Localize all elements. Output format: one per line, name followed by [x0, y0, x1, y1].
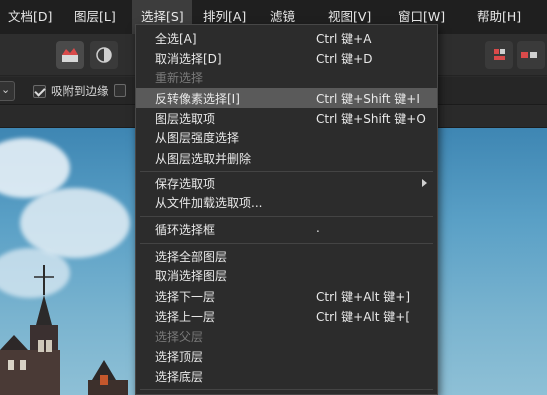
menu-item-label: 选择下一层	[155, 290, 216, 304]
menu-item-shortcut: Ctrl 键+D	[316, 52, 373, 66]
menu-item-label: 反转像素选择[I]	[155, 92, 240, 106]
menu-item-cycle-selection-box[interactable]: 循环选择框 .	[136, 219, 437, 239]
snap-to-edges-option[interactable]: 吸附到边缘	[33, 83, 109, 99]
photo-persona-icon	[62, 48, 78, 62]
menu-item-select-bottom-layer[interactable]: 选择底层	[136, 366, 437, 386]
menu-item-label: 保存选取项	[155, 177, 216, 191]
menu-item-shortcut: Ctrl 键+Shift 键+I	[316, 92, 420, 106]
menu-item-shortcut: Ctrl 键+Alt 键+[	[316, 310, 411, 324]
menu-item-label: 循环选择框	[155, 223, 216, 237]
menu-item-label: 选择底层	[155, 370, 204, 384]
menu-item-load-selection-from-file[interactable]: 从文件加载选取项...	[136, 192, 437, 212]
menu-item-layer-selection[interactable]: 图层选取项 Ctrl 键+Shift 键+O	[136, 108, 437, 128]
menu-item-select-next-layer[interactable]: 选择下一层 Ctrl 键+Alt 键+]	[136, 286, 437, 306]
snap-checkbox[interactable]	[33, 84, 46, 98]
snap-label: 吸附到边缘	[51, 84, 109, 98]
menu-item-shortcut: Ctrl 键+A	[316, 32, 372, 46]
align-button[interactable]	[485, 41, 513, 69]
menu-item-select-parent-layer: 选择父层	[136, 326, 437, 346]
persona-photo-button[interactable]	[56, 41, 84, 69]
menu-item-select-previous-layer[interactable]: 选择上一层 Ctrl 键+Alt 键+[	[136, 306, 437, 326]
menu-separator	[140, 171, 433, 172]
menu-item-invert-pixel-selection[interactable]: 反转像素选择[I] Ctrl 键+Shift 键+I	[136, 88, 437, 108]
menu-item-select-from-layer-and-delete[interactable]: 从图层选取并删除	[136, 148, 437, 168]
menu-item-deselect-layers[interactable]: 取消选择图层	[136, 265, 437, 285]
menu-item-shortcut: Ctrl 键+Alt 键+]	[316, 290, 411, 304]
menu-item-select-top-layer[interactable]: 选择顶层	[136, 346, 437, 366]
menu-item-shortcut: Ctrl 键+Shift 键+O	[316, 112, 426, 126]
menu-separator	[140, 243, 433, 244]
tone-mapping-icon	[96, 47, 112, 63]
menu-separator	[140, 389, 433, 390]
menu-item-label: 全选[A]	[155, 32, 197, 46]
menu-item-label: 选择上一层	[155, 310, 216, 324]
menu-item-select-all-layers[interactable]: 选择全部图层	[136, 246, 437, 266]
second-option-checkbox[interactable]	[114, 84, 126, 97]
menu-item-label: 从图层选取并删除	[155, 152, 252, 166]
menu-help[interactable]: 帮助[H]	[465, 0, 547, 34]
menu-layer[interactable]: 图层[L]	[66, 0, 132, 34]
menu-item-label: 从图层强度选择	[155, 131, 240, 145]
distribute-button[interactable]	[517, 41, 545, 69]
menu-item-shortcut: .	[316, 221, 320, 235]
menu-document[interactable]: 文档[D]	[0, 0, 66, 34]
distribute-icon	[521, 52, 537, 58]
menu-item-label: 重新选择	[155, 71, 204, 85]
menu-item-select-from-layer-intensity[interactable]: 从图层强度选择	[136, 127, 437, 147]
menu-item-reselect: 重新选择	[136, 67, 437, 87]
menu-item-label: 选择顶层	[155, 350, 204, 364]
menu-item-select-all[interactable]: 全选[A] Ctrl 键+A	[136, 28, 437, 48]
align-icon	[494, 49, 505, 60]
menu-separator	[140, 216, 433, 217]
submenu-arrow-icon	[422, 179, 427, 187]
menu-item-label: 图层选取项	[155, 112, 216, 126]
menu-item-label: 选择父层	[155, 330, 204, 344]
menu-item-label: 取消选择图层	[155, 269, 228, 283]
persona-tone-button[interactable]	[90, 41, 118, 69]
menu-item-deselect[interactable]: 取消选择[D] Ctrl 键+D	[136, 48, 437, 68]
menu-item-label: 选择全部图层	[155, 250, 228, 264]
mode-dropdown[interactable]: ⌄	[0, 81, 15, 101]
menu-item-label: 从文件加载选取项...	[155, 196, 263, 210]
building-illustration	[0, 265, 128, 395]
select-menu-dropdown: 全选[A] Ctrl 键+A 取消选择[D] Ctrl 键+D 重新选择 反转像…	[135, 24, 438, 395]
chevron-down-icon: ⌄	[1, 83, 11, 96]
menu-item-label: 取消选择[D]	[155, 52, 222, 66]
menu-item-save-selection[interactable]: 保存选取项	[136, 173, 437, 193]
